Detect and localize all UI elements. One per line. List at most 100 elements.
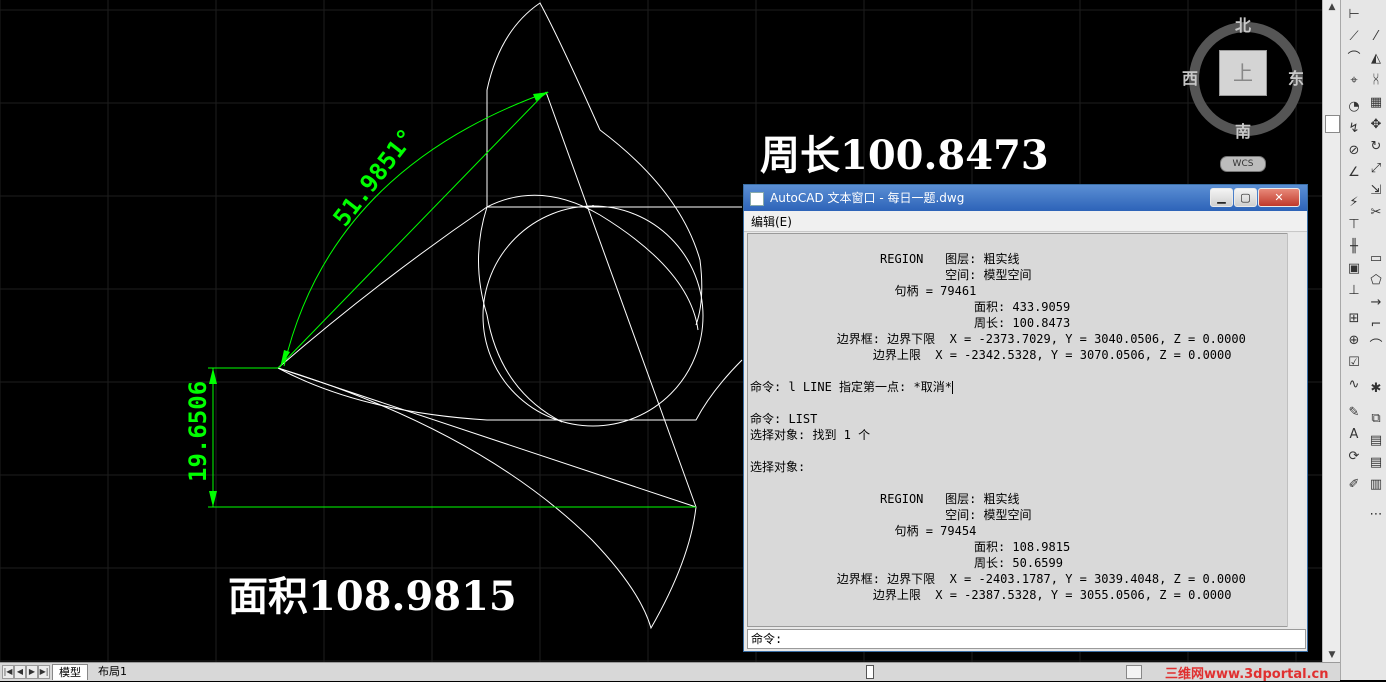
quickdim-icon[interactable]: ⚡: [1345, 194, 1363, 212]
dimlinear-icon[interactable]: ⊢: [1345, 6, 1363, 24]
scroll-thumb[interactable]: [1325, 115, 1340, 133]
tab-layout1[interactable]: 布局1: [92, 664, 133, 679]
centermark-icon[interactable]: ⊕: [1345, 332, 1363, 350]
diagonal-line[interactable]: [545, 91, 697, 508]
compass-west[interactable]: 西: [1182, 65, 1198, 89]
compass-north[interactable]: 北: [1235, 12, 1251, 36]
dimupdate-icon[interactable]: ⟳: [1345, 448, 1363, 466]
rectangle-icon[interactable]: ▭: [1367, 250, 1385, 268]
scroll-up-arrow-icon[interactable]: ▲: [1323, 0, 1341, 14]
text-window-scrollbar[interactable]: [1287, 233, 1304, 627]
rotate-icon[interactable]: ↻: [1367, 138, 1385, 156]
history-line: 边界上限 X = -2387.5328, Y = 3055.0506, Z = …: [750, 588, 1232, 602]
angle-dimension-text: 51.9851°: [328, 123, 421, 231]
history-line: 边界框: 边界下限 X = -2373.7029, Y = 3040.0506,…: [750, 332, 1246, 346]
stretch-icon[interactable]: ⇲: [1367, 182, 1385, 200]
dimbaseline-icon[interactable]: ⊤: [1345, 216, 1363, 234]
menu-edit[interactable]: 编辑(E): [751, 213, 792, 230]
scale-icon[interactable]: ⤢: [1367, 160, 1385, 178]
layer-icon[interactable]: ▥: [1367, 476, 1385, 494]
array-icon[interactable]: ▦: [1367, 94, 1385, 112]
offset-icon[interactable]: ⩆: [1367, 72, 1385, 90]
history-line-cursor: 命令: l LINE 指定第一点: *取消*: [750, 379, 953, 395]
dimensions[interactable]: 51.9851° 19.6506: [184, 91, 696, 508]
last-tab-icon[interactable]: ▶|: [38, 665, 50, 679]
viewcube-face-top[interactable]: 上: [1219, 50, 1267, 96]
polygon-icon[interactable]: ⬠: [1367, 272, 1385, 290]
prev-tab-icon[interactable]: ◀: [14, 665, 26, 679]
dimdiameter-icon[interactable]: ⊘: [1345, 142, 1363, 160]
chamfer-icon[interactable]: ⌐: [1367, 316, 1385, 334]
perimeter-label[interactable]: 周长100.8473: [760, 132, 1049, 179]
dimedit-icon[interactable]: ✎: [1345, 404, 1363, 422]
copy-icon[interactable]: ⧉: [1367, 410, 1385, 428]
fillet-icon[interactable]: ⌒: [1367, 338, 1385, 356]
trim-icon[interactable]: ✂: [1367, 204, 1385, 222]
history-line: 面积: 433.9059: [750, 300, 1071, 314]
drawing-vertical-scrollbar[interactable]: ▲ ▼: [1322, 0, 1341, 662]
history-line: 句柄 = 79454: [750, 524, 977, 538]
tolerance-icon[interactable]: ⊞: [1345, 310, 1363, 328]
dimbreak-icon[interactable]: ⊥: [1345, 282, 1363, 300]
horizontal-scroll-left-thumb[interactable]: [866, 665, 874, 679]
text-window-title: AutoCAD 文本窗口 - 每日一题.dwg: [770, 191, 965, 205]
minimize-button[interactable]: ▁: [1210, 188, 1233, 207]
circle-upper[interactable]: [482, 205, 704, 427]
text-window-titlebar[interactable]: AutoCAD 文本窗口 - 每日一题.dwg ▁ ▢ ✕: [744, 185, 1307, 211]
explode-icon[interactable]: ✱: [1367, 380, 1385, 398]
close-button[interactable]: ✕: [1258, 188, 1300, 207]
viewcube[interactable]: 上 北 南 东 西 WCS: [1180, 10, 1310, 180]
first-tab-icon[interactable]: |◀: [2, 665, 14, 679]
history-line: 选择对象:: [750, 460, 806, 474]
more-icon[interactable]: ⋯: [1367, 506, 1385, 524]
arrowhead-upper: [533, 92, 549, 101]
paste-icon[interactable]: ▤: [1367, 432, 1385, 450]
mirror-icon[interactable]: ◭: [1367, 50, 1385, 68]
dimordinate-icon[interactable]: ⌖: [1345, 72, 1363, 90]
dimarc-icon[interactable]: ⌒: [1345, 50, 1363, 68]
compass-south[interactable]: 南: [1235, 118, 1251, 142]
scroll-down-arrow-icon[interactable]: ▼: [1323, 648, 1341, 662]
extend-icon[interactable]: →: [1367, 294, 1385, 312]
history-line: REGION 图层: 粗实线: [750, 252, 1020, 266]
inner-arc-left[interactable]: [478, 206, 563, 423]
history-line: 命令: LIST: [750, 412, 818, 426]
dimjogged-icon[interactable]: ↯: [1345, 120, 1363, 138]
left-lower-arc[interactable]: [277, 359, 743, 421]
dimspace-icon[interactable]: ▣: [1345, 260, 1363, 278]
text-window-menubar: 编辑(E): [744, 211, 1307, 232]
dimradius-icon[interactable]: ◔: [1345, 98, 1363, 116]
tab-model[interactable]: 模型: [52, 664, 88, 680]
command-line-input[interactable]: 命令:: [747, 629, 1306, 649]
history-line: 空间: 模型空间: [750, 508, 1032, 522]
wcs-menu-button[interactable]: WCS: [1220, 156, 1266, 172]
maximize-button[interactable]: ▢: [1234, 188, 1257, 207]
history-line: 句柄 = 79461: [750, 284, 977, 298]
next-tab-icon[interactable]: ▶: [26, 665, 38, 679]
properties-icon[interactable]: ▤: [1367, 454, 1385, 472]
dimangular-icon[interactable]: ∠: [1345, 164, 1363, 182]
jogline-icon[interactable]: ∿: [1345, 376, 1363, 394]
move-icon[interactable]: ✥: [1367, 116, 1385, 134]
dimstyle-icon[interactable]: ✐: [1345, 476, 1363, 494]
history-line: 命令: l LINE 指定第一点: *取消*: [750, 380, 952, 394]
history-line: 空间: 模型空间: [750, 268, 1032, 282]
area-label[interactable]: 面积108.9815: [228, 573, 517, 620]
command-history[interactable]: REGION 图层: 粗实线 空间: 模型空间 句柄 = 79461 面积: 4…: [747, 233, 1288, 627]
inner-arc-right[interactable]: [486, 194, 699, 331]
history-line: 面积: 108.9815: [750, 540, 1071, 554]
tool-palette: ⊢ ⟋ ⌒ ⌖ ◔ ↯ ⊘ ∠ ⚡ ⊤ ╫ ▣ ⊥ ⊞ ⊕ ☑ ∿ ✎ A ⟳ …: [1340, 0, 1386, 680]
horizontal-scroll-thumb[interactable]: [1126, 665, 1142, 679]
dimaligned-icon[interactable]: ⟋: [1345, 28, 1363, 46]
compass-east[interactable]: 东: [1288, 65, 1304, 89]
upper-petal[interactable]: [486, 2, 703, 326]
dimcontinue-icon[interactable]: ╫: [1345, 238, 1363, 256]
text-window[interactable]: AutoCAD 文本窗口 - 每日一题.dwg ▁ ▢ ✕ 编辑(E) REGI…: [743, 184, 1308, 652]
line-icon[interactable]: ⁄: [1367, 28, 1385, 46]
layout-tab-bar: |◀ ◀ ▶ ▶| 模型 布局1 三维网www.3dportal.cn: [0, 662, 1340, 682]
inspection-icon[interactable]: ☑: [1345, 354, 1363, 372]
geometry[interactable]: [277, 2, 743, 630]
angle-leader-line: [277, 91, 547, 369]
app-icon[interactable]: [750, 192, 764, 206]
dimtedit-icon[interactable]: A: [1345, 426, 1363, 444]
